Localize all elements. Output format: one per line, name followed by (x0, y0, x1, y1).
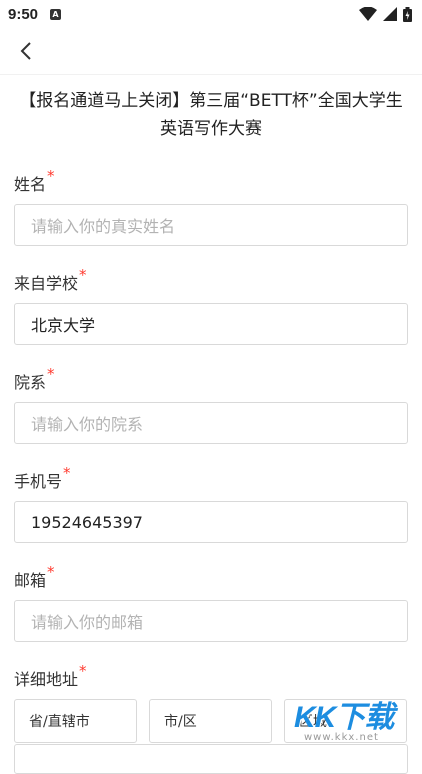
department-label: 院系 * (14, 363, 408, 393)
page-title-line1: 【报名通道马上关闭】第三届“BETT杯”全国大学生 (19, 91, 403, 111)
school-label: 来自学校 * (14, 264, 408, 294)
app-bar (0, 28, 422, 75)
email-label: 邮箱 * (14, 561, 408, 591)
department-label-text: 院系 (14, 373, 47, 392)
school-label-text: 来自学校 (14, 274, 79, 293)
phone-label-text: 手机号 (14, 472, 63, 491)
name-label-text: 姓名 (14, 175, 47, 194)
email-label-text: 邮箱 (14, 571, 47, 590)
wifi-icon (359, 7, 377, 21)
status-time: 9:50 (8, 5, 39, 23)
required-mark: * (47, 563, 55, 581)
required-mark: * (63, 464, 71, 482)
battery-icon (403, 6, 412, 22)
required-mark: * (79, 662, 87, 680)
signal-icon (383, 7, 397, 21)
phone-input[interactable]: 19524645397 (14, 501, 408, 543)
notification-icon: A (50, 8, 62, 20)
watermark-logo: KK下载 www.kkx.net (294, 692, 412, 750)
school-input[interactable]: 北京大学 (14, 303, 408, 345)
back-button[interactable] (14, 36, 38, 66)
required-mark: * (47, 167, 55, 185)
name-input[interactable]: 请输入你的真实姓名 (14, 204, 408, 246)
registration-form: 姓名 * 请输入你的真实姓名 来自学校 * 北京大学 院系 * 请输入你的院系 手机号… (0, 165, 422, 743)
watermark-text: KK下载 (294, 701, 394, 734)
address-label: 详细地址 * (14, 660, 408, 690)
address-label-text: 详细地址 (14, 670, 79, 689)
page-title-line2: 英语写作大赛 (160, 119, 262, 139)
watermark-url: www.kkx.net (304, 732, 379, 743)
status-bar: 9:50 A (0, 0, 422, 28)
name-label: 姓名 * (14, 165, 408, 195)
required-mark: * (47, 365, 55, 383)
chevron-left-icon (20, 42, 31, 60)
city-select[interactable]: 市/区 (149, 699, 272, 743)
province-select[interactable]: 省/直辖市 (14, 699, 137, 743)
email-input[interactable]: 请输入你的邮箱 (14, 600, 408, 642)
required-mark: * (79, 266, 87, 284)
phone-label: 手机号 * (14, 462, 408, 492)
department-input[interactable]: 请输入你的院系 (14, 402, 408, 444)
page-title: 【报名通道马上关闭】第三届“BETT杯”全国大学生 英语写作大赛 (0, 75, 422, 151)
